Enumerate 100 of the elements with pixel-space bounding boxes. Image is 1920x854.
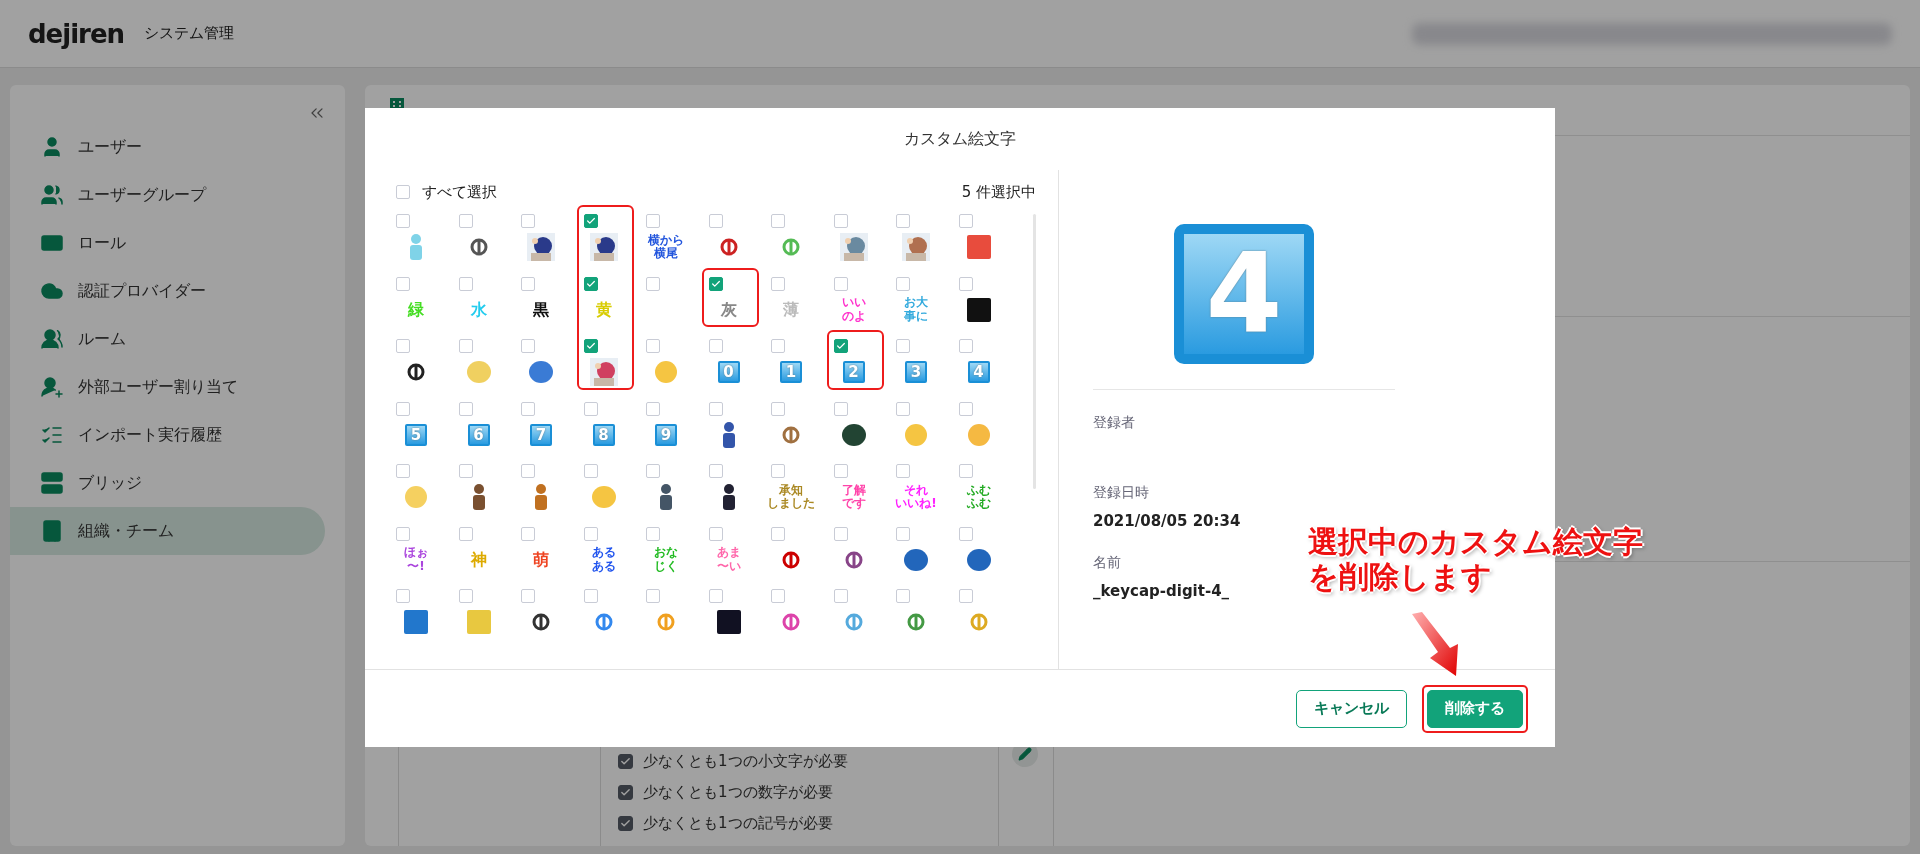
emoji-checkbox[interactable] bbox=[396, 339, 410, 353]
sidebar-item[interactable]: ルーム bbox=[10, 315, 325, 363]
emoji-checkbox[interactable] bbox=[521, 526, 535, 541]
emoji-checkbox[interactable] bbox=[896, 464, 910, 478]
emoji-checkbox[interactable] bbox=[458, 214, 473, 228]
checkbox[interactable] bbox=[618, 754, 633, 769]
emoji-checkbox[interactable] bbox=[458, 526, 473, 541]
emoji-checkbox[interactable] bbox=[396, 214, 410, 228]
emoji-checkbox[interactable] bbox=[708, 339, 723, 353]
emoji-text: ふむ bbox=[966, 497, 991, 511]
emoji-checkbox[interactable] bbox=[771, 276, 785, 291]
emoji-checkbox[interactable] bbox=[896, 214, 910, 228]
emoji-checkbox[interactable] bbox=[583, 401, 598, 416]
emoji-checkbox[interactable] bbox=[958, 526, 973, 541]
emoji-checkbox[interactable] bbox=[646, 214, 660, 228]
emoji-checkbox[interactable] bbox=[458, 589, 473, 603]
emoji-checkbox[interactable] bbox=[708, 526, 723, 541]
emoji-checkbox[interactable] bbox=[771, 401, 785, 416]
emoji-checkbox[interactable] bbox=[646, 276, 660, 291]
emoji-checkbox[interactable] bbox=[771, 339, 785, 353]
emoji-checkbox[interactable] bbox=[583, 589, 598, 603]
emoji-checkbox[interactable] bbox=[771, 214, 785, 228]
emoji-checkbox[interactable] bbox=[458, 339, 473, 353]
emoji-checkbox[interactable] bbox=[396, 401, 410, 416]
emoji-checkbox[interactable] bbox=[771, 526, 785, 541]
checkmark-icon bbox=[620, 756, 631, 767]
cancel-button[interactable]: キャンセル bbox=[1296, 689, 1407, 728]
emoji-checkbox[interactable] bbox=[458, 276, 473, 291]
emoji-checkbox[interactable] bbox=[646, 526, 660, 541]
emoji-text: 黒 bbox=[533, 300, 549, 319]
keycap-emoji: 1 bbox=[780, 361, 802, 383]
emoji-checkbox[interactable] bbox=[771, 589, 785, 603]
emoji-checkbox[interactable] bbox=[833, 276, 848, 291]
emoji-checkbox[interactable] bbox=[958, 214, 973, 228]
server-icon bbox=[40, 471, 64, 495]
emoji-checkbox[interactable] bbox=[833, 214, 848, 228]
emoji-checkbox[interactable] bbox=[833, 339, 848, 353]
sidebar-item[interactable]: 認証プロバイダー bbox=[10, 267, 325, 315]
emoji-checkbox[interactable] bbox=[583, 276, 598, 291]
emoji-checkbox[interactable] bbox=[958, 276, 973, 291]
emoji-checkbox[interactable] bbox=[958, 339, 973, 353]
emoji-checkbox[interactable] bbox=[521, 214, 535, 228]
group-icon bbox=[40, 327, 64, 351]
sidebar-item[interactable]: 外部ユーザー割り当て bbox=[10, 363, 325, 411]
emoji-checkbox[interactable] bbox=[708, 276, 723, 291]
policy-label: 少なくとも1つの数字が必要 bbox=[643, 783, 833, 802]
emoji-checkbox[interactable] bbox=[896, 589, 910, 603]
emoji-checkbox[interactable] bbox=[646, 401, 660, 416]
emoji-checkbox[interactable] bbox=[646, 464, 660, 478]
emoji-checkbox[interactable] bbox=[896, 401, 910, 416]
keycap-emoji: 2 bbox=[842, 361, 865, 383]
sidebar-item[interactable]: ユーザー bbox=[10, 123, 325, 171]
emoji-checkbox[interactable] bbox=[583, 339, 598, 353]
emoji-checkbox[interactable] bbox=[958, 401, 973, 416]
emoji-checkbox[interactable] bbox=[646, 589, 660, 603]
emoji-checkbox[interactable] bbox=[708, 214, 723, 228]
sidebar-item[interactable]: インポート実行履歴 bbox=[10, 411, 325, 459]
emoji-checkbox[interactable] bbox=[833, 401, 848, 416]
checkbox[interactable] bbox=[618, 816, 633, 831]
emoji-checkbox[interactable] bbox=[521, 276, 535, 291]
emoji-checkbox[interactable] bbox=[833, 526, 848, 541]
emoji-text: おな bbox=[654, 546, 678, 560]
emoji-checkbox[interactable] bbox=[833, 589, 848, 603]
emoji-checkbox[interactable] bbox=[458, 464, 473, 478]
emoji-checkbox[interactable] bbox=[583, 214, 598, 228]
emoji-checkbox[interactable] bbox=[708, 589, 723, 603]
emoji-checkbox[interactable] bbox=[396, 526, 410, 541]
emoji-checkbox[interactable] bbox=[583, 464, 598, 478]
policy-label: 少なくとも1つの記号が必要 bbox=[643, 814, 833, 833]
emoji-checkbox[interactable] bbox=[958, 589, 973, 603]
sidebar-item[interactable]: ブリッジ bbox=[10, 459, 325, 507]
emoji-checkbox[interactable] bbox=[646, 339, 660, 353]
logo: dejiren bbox=[28, 18, 125, 49]
sidebar-item[interactable]: ロール bbox=[10, 219, 325, 267]
emoji-checkbox[interactable] bbox=[833, 464, 848, 478]
emoji-checkbox[interactable] bbox=[958, 464, 973, 478]
sidebar-item[interactable]: 組織・チーム bbox=[10, 507, 325, 555]
checkbox[interactable] bbox=[618, 785, 633, 800]
emoji-checkbox[interactable] bbox=[708, 401, 723, 416]
user-plus-icon bbox=[40, 375, 64, 399]
emoji-checkbox[interactable] bbox=[396, 464, 410, 478]
emoji-text: 〜い bbox=[716, 559, 741, 573]
emoji-checkbox[interactable] bbox=[771, 464, 785, 478]
emoji-checkbox[interactable] bbox=[896, 276, 910, 291]
emoji-checkbox[interactable] bbox=[896, 526, 910, 541]
emoji-text: いいね! bbox=[895, 497, 937, 511]
emoji-checkbox[interactable] bbox=[583, 526, 598, 541]
select-all-checkbox[interactable] bbox=[396, 185, 410, 199]
emoji-checkbox[interactable] bbox=[458, 401, 473, 416]
emoji-text: 神 bbox=[470, 550, 487, 569]
emoji-checkbox[interactable] bbox=[396, 589, 410, 603]
emoji-checkbox[interactable] bbox=[521, 464, 535, 478]
emoji-checkbox[interactable] bbox=[708, 464, 723, 478]
emoji-checkbox[interactable] bbox=[521, 401, 535, 416]
emoji-text: ほぉ bbox=[404, 546, 428, 560]
emoji-checkbox[interactable] bbox=[896, 339, 910, 353]
emoji-checkbox[interactable] bbox=[521, 589, 535, 603]
sidebar-item[interactable]: ユーザーグループ bbox=[10, 171, 325, 219]
emoji-checkbox[interactable] bbox=[521, 339, 535, 353]
emoji-checkbox[interactable] bbox=[396, 276, 410, 291]
